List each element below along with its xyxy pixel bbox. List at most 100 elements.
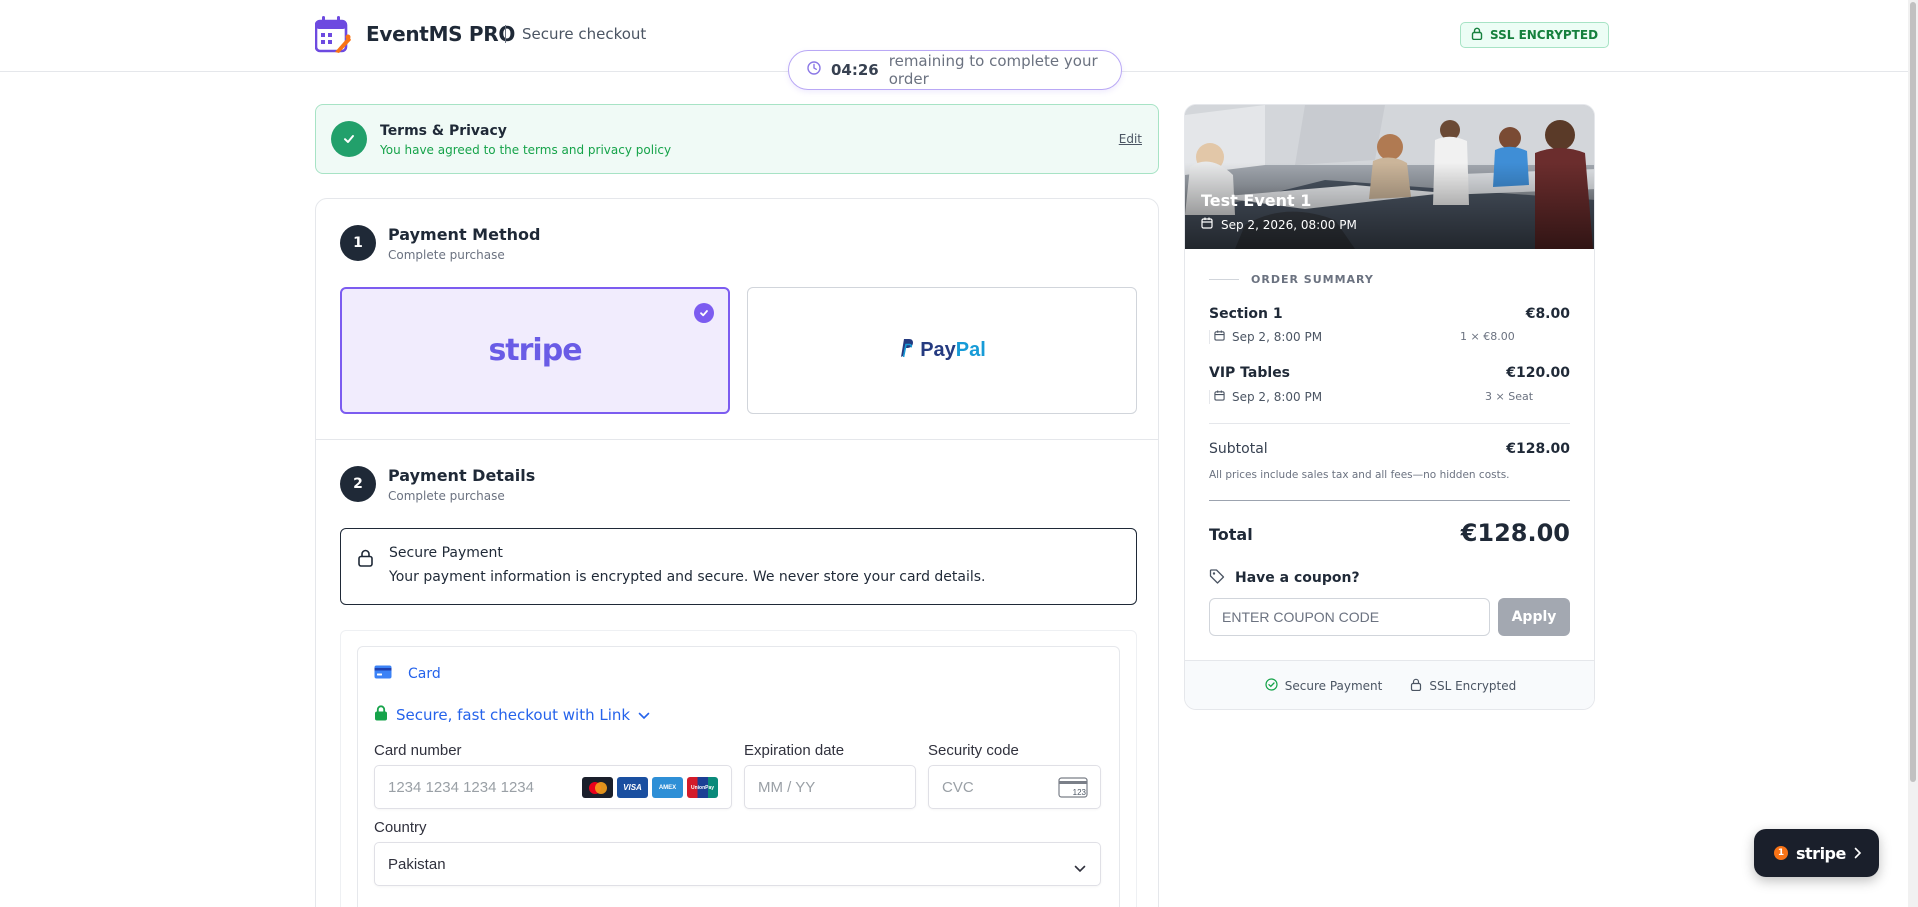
terms-title: Terms & Privacy bbox=[380, 123, 507, 139]
paypal-option[interactable]: Pay Pal bbox=[747, 287, 1137, 414]
cvc-card-icon: 123 bbox=[1058, 777, 1088, 803]
lock-icon bbox=[1410, 678, 1422, 694]
total-value: €128.00 bbox=[1460, 519, 1570, 547]
card-number-input[interactable]: 1234 1234 1234 1234 VISA AMEX UnionPay bbox=[374, 765, 732, 809]
secure-payment-title: Secure Payment bbox=[389, 545, 503, 561]
expiry-label: Expiration date bbox=[744, 742, 845, 759]
checkout-subtitle: Secure checkout bbox=[522, 25, 647, 43]
stripe-badge-label: stripe bbox=[1796, 843, 1846, 863]
lock-icon bbox=[357, 549, 374, 571]
clock-icon bbox=[807, 61, 821, 79]
divider bbox=[1209, 500, 1570, 501]
paypal-label-pal: Pal bbox=[955, 339, 986, 361]
item-date-text: Sep 2, 8:00 PM bbox=[1232, 390, 1323, 404]
item-qty: 1 × €8.00 bbox=[1460, 330, 1515, 343]
calendar-logo-icon[interactable] bbox=[314, 16, 351, 54]
section-divider bbox=[316, 439, 1158, 440]
item-date: Sep 2, 8:00 PM bbox=[1209, 330, 1322, 344]
timer-value: 04:26 bbox=[831, 61, 879, 79]
card-number-placeholder: 1234 1234 1234 1234 bbox=[388, 778, 534, 796]
secure-payment-notice: Secure Payment Your payment information … bbox=[340, 528, 1137, 605]
terms-subtitle: You have agreed to the terms and privacy… bbox=[380, 143, 672, 157]
country-label: Country bbox=[374, 819, 427, 836]
event-image: Test Event 1 Sep 2, 2026, 08:00 PM bbox=[1185, 105, 1594, 249]
item-date-text: Sep 2, 8:00 PM bbox=[1232, 330, 1323, 344]
item-price: €120.00 bbox=[1506, 365, 1570, 381]
item-name: Section 1 bbox=[1209, 306, 1283, 322]
paypal-label-pay: Pay bbox=[920, 339, 956, 361]
expiry-input[interactable]: MM / YY bbox=[744, 765, 916, 809]
brand-name: EventMS PRO bbox=[366, 22, 516, 46]
edit-terms-link[interactable]: Edit bbox=[1119, 132, 1142, 146]
divider bbox=[1209, 423, 1570, 424]
cvc-placeholder: CVC bbox=[942, 778, 974, 796]
calendar-icon bbox=[1214, 390, 1225, 404]
stripe-logo: stripe bbox=[488, 333, 582, 368]
ssl-badge-label: SSL ENCRYPTED bbox=[1490, 28, 1599, 42]
notification-count: 1 bbox=[1774, 846, 1788, 860]
scrollbar-thumb[interactable] bbox=[1910, 2, 1916, 782]
secure-payment-text: Secure Payment bbox=[1284, 679, 1383, 693]
check-circle-icon bbox=[331, 121, 367, 157]
stripe-payment-element: Card Secure, fast checkout with Link Car… bbox=[340, 630, 1137, 907]
check-circle-icon bbox=[1265, 678, 1278, 694]
credit-card-icon bbox=[374, 665, 392, 683]
subtotal-label: Subtotal bbox=[1209, 441, 1268, 457]
mastercard-icon bbox=[582, 777, 613, 798]
coupon-placeholder: ENTER COUPON CODE bbox=[1222, 609, 1380, 625]
event-date-text: Sep 2, 2026, 08:00 PM bbox=[1221, 217, 1357, 232]
chevron-right-icon bbox=[1854, 844, 1862, 863]
ssl-encrypted-text: SSL Encrypted bbox=[1429, 679, 1517, 693]
item-price: €8.00 bbox=[1525, 306, 1570, 322]
card-brands: VISA AMEX UnionPay bbox=[582, 777, 718, 798]
payment-details-subtitle: Complete purchase bbox=[388, 489, 505, 503]
order-summary-heading-text: ORDER SUMMARY bbox=[1251, 273, 1374, 286]
calendar-icon bbox=[1214, 330, 1225, 344]
cvc-label: Security code bbox=[928, 742, 1019, 759]
chevron-down-icon bbox=[638, 706, 650, 724]
item-qty: 3 × Seat bbox=[1485, 390, 1534, 403]
subtotal-value: €128.00 bbox=[1506, 441, 1570, 457]
unionpay-icon: UnionPay bbox=[687, 777, 718, 798]
secure-payment-indicator: Secure Payment bbox=[1265, 678, 1383, 694]
coupon-label: Have a coupon? bbox=[1235, 570, 1360, 586]
page-scrollbar[interactable] bbox=[1908, 0, 1918, 907]
stripe-link-badge[interactable]: 1 stripe bbox=[1754, 829, 1879, 877]
country-value: Pakistan bbox=[388, 855, 446, 873]
event-date: Sep 2, 2026, 08:00 PM bbox=[1201, 217, 1357, 232]
cvc-icon-digits: 123 bbox=[1073, 788, 1087, 797]
amex-icon: AMEX bbox=[652, 777, 683, 798]
checkout-card: 1 Payment Method Complete purchase strip… bbox=[315, 198, 1159, 907]
calendar-icon bbox=[1201, 217, 1213, 232]
apply-coupon-button[interactable]: Apply bbox=[1498, 598, 1570, 636]
payment-method-subtitle: Complete purchase bbox=[388, 248, 505, 262]
link-checkout-toggle[interactable]: Secure, fast checkout with Link bbox=[374, 705, 650, 725]
visa-icon: VISA bbox=[617, 777, 648, 798]
payment-details-title: Payment Details bbox=[388, 466, 536, 485]
heading-line bbox=[1209, 279, 1239, 280]
paypal-logo: Pay Pal bbox=[898, 338, 986, 364]
tag-icon bbox=[1209, 568, 1225, 588]
lock-icon bbox=[1471, 27, 1483, 43]
ssl-indicator: SSL Encrypted bbox=[1410, 678, 1516, 694]
payment-method-title: Payment Method bbox=[388, 225, 541, 244]
event-title: Test Event 1 bbox=[1201, 191, 1312, 210]
secure-payment-text: Your payment information is encrypted an… bbox=[389, 569, 986, 585]
paypal-p-icon bbox=[898, 338, 914, 364]
order-summary-heading: ORDER SUMMARY bbox=[1209, 273, 1374, 286]
order-summary-card: Test Event 1 Sep 2, 2026, 08:00 PM ORDER… bbox=[1184, 104, 1595, 710]
card-tab[interactable]: Card bbox=[374, 665, 441, 683]
chevron-down-icon bbox=[1074, 860, 1086, 877]
country-select[interactable]: Pakistan bbox=[374, 842, 1101, 886]
stripe-option[interactable]: stripe bbox=[340, 287, 730, 414]
step-number-1: 1 bbox=[340, 225, 376, 261]
coupon-input[interactable]: ENTER COUPON CODE bbox=[1209, 598, 1490, 636]
card-number-label: Card number bbox=[374, 742, 462, 759]
cvc-input[interactable]: CVC 123 bbox=[928, 765, 1101, 809]
coupon-toggle[interactable]: Have a coupon? bbox=[1209, 568, 1360, 588]
ssl-badge: SSL ENCRYPTED bbox=[1460, 22, 1610, 48]
terms-banner: Terms & Privacy You have agreed to the t… bbox=[315, 104, 1159, 174]
lock-icon bbox=[374, 705, 388, 725]
card-tab-label: Card bbox=[408, 666, 441, 682]
item-name: VIP Tables bbox=[1209, 365, 1291, 381]
